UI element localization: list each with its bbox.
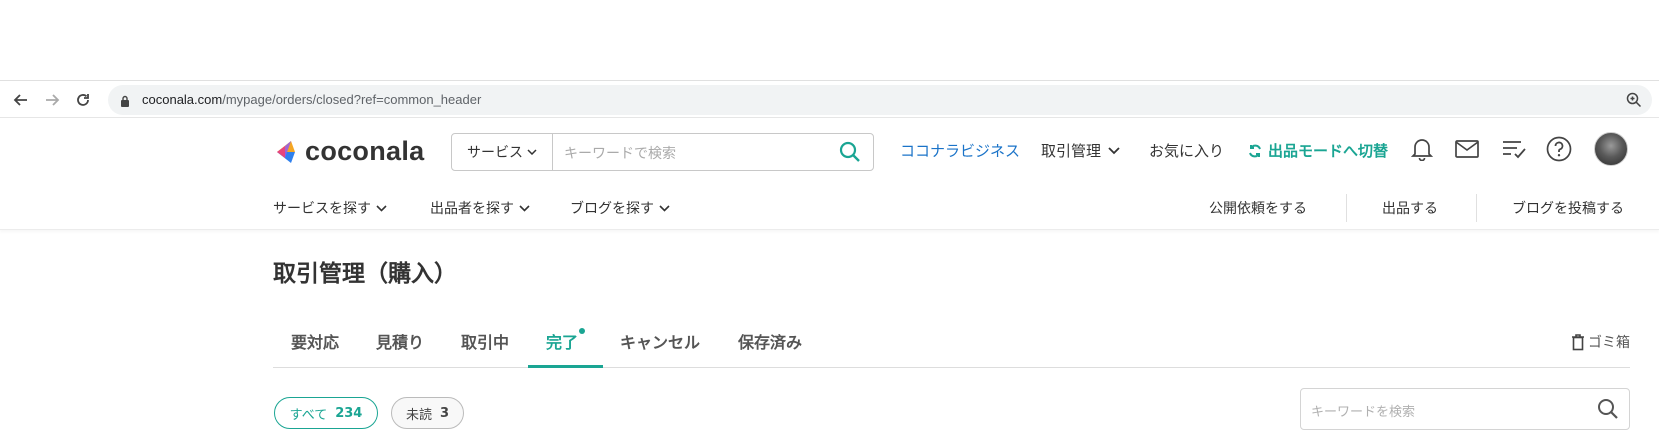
reload-icon[interactable] (72, 89, 94, 111)
search-category-select[interactable]: サービス (452, 134, 553, 170)
back-icon[interactable] (10, 89, 32, 111)
tab-completed[interactable]: 完了 (546, 329, 578, 353)
task-list-icon[interactable] (1501, 136, 1527, 162)
chevron-down-icon (527, 149, 537, 155)
search-input[interactable]: キーワードで検索 (564, 143, 676, 163)
search-icon[interactable] (1597, 398, 1619, 424)
find-services-menu[interactable]: サービスを探す (273, 198, 387, 218)
service-search: サービス キーワードで検索 (451, 133, 874, 171)
site-header: coconala サービス キーワードで検索 ココナラビジネス 取引管理 お気に… (0, 118, 1659, 186)
tab-estimates[interactable]: 見積り (376, 329, 424, 353)
trade-management-menu[interactable]: 取引管理 (1041, 140, 1120, 161)
post-blog-link[interactable]: ブログを投稿する (1512, 198, 1624, 218)
chevron-down-icon (519, 204, 530, 212)
trash-icon (1572, 334, 1584, 351)
avatar[interactable] (1594, 132, 1628, 166)
filter-unread-button[interactable]: 未読 3 (391, 397, 464, 429)
switch-icon (1249, 144, 1261, 157)
lock-icon (120, 93, 130, 112)
favorites-link[interactable]: お気に入り (1149, 140, 1224, 161)
keyword-search-input[interactable]: キーワードを検索 (1311, 401, 1415, 420)
sub-navigation: サービスを探す 出品者を探す ブログを探す 公開依頼をする 出品する ブログを投… (0, 186, 1659, 230)
forward-icon[interactable] (41, 89, 63, 111)
address-bar[interactable]: coconala.com/mypage/orders/closed?ref=co… (108, 85, 1652, 115)
url-text: coconala.com/mypage/orders/closed?ref=co… (142, 92, 482, 107)
switch-seller-mode-button[interactable]: 出品モードへ切替 (1247, 140, 1388, 161)
coconala-business-link[interactable]: ココナラビジネス (900, 140, 1020, 161)
bell-icon[interactable] (1409, 136, 1435, 162)
zoom-icon[interactable] (1626, 92, 1642, 112)
tab-in-progress[interactable]: 取引中 (461, 329, 509, 353)
chevron-down-icon (1108, 146, 1120, 154)
chevron-down-icon (376, 204, 387, 212)
trash-button[interactable]: ゴミ箱 (1571, 332, 1630, 352)
public-request-link[interactable]: 公開依頼をする (1209, 198, 1307, 218)
tab-cancelled[interactable]: キャンセル (620, 329, 700, 353)
keyword-search-field[interactable]: キーワードを検索 (1300, 388, 1630, 430)
search-icon[interactable] (839, 141, 861, 167)
order-status-tabs: 要対応 見積り 取引中 完了 キャンセル 保存済み ゴミ箱 (273, 322, 1630, 368)
mail-icon[interactable] (1454, 136, 1480, 162)
coconala-logo[interactable]: coconala (273, 136, 424, 167)
divider (1476, 194, 1477, 222)
page-title: 取引管理（購入） (273, 261, 457, 287)
browser-tabstrip-area (0, 0, 1659, 80)
browser-toolbar: coconala.com/mypage/orders/closed?ref=co… (0, 80, 1659, 118)
help-icon[interactable] (1546, 136, 1572, 162)
divider (1346, 194, 1347, 222)
find-sellers-menu[interactable]: 出品者を探す (430, 198, 530, 218)
sell-link[interactable]: 出品する (1382, 198, 1438, 218)
chevron-down-icon (659, 204, 670, 212)
filter-all-button[interactable]: すべて 234 (274, 397, 378, 429)
tab-saved[interactable]: 保存済み (738, 329, 802, 353)
find-blogs-menu[interactable]: ブログを探す (570, 198, 670, 218)
tab-action-required[interactable]: 要対応 (291, 329, 339, 353)
new-indicator-dot (579, 328, 585, 334)
logo-mark-icon (277, 140, 295, 163)
active-tab-indicator (528, 365, 603, 368)
